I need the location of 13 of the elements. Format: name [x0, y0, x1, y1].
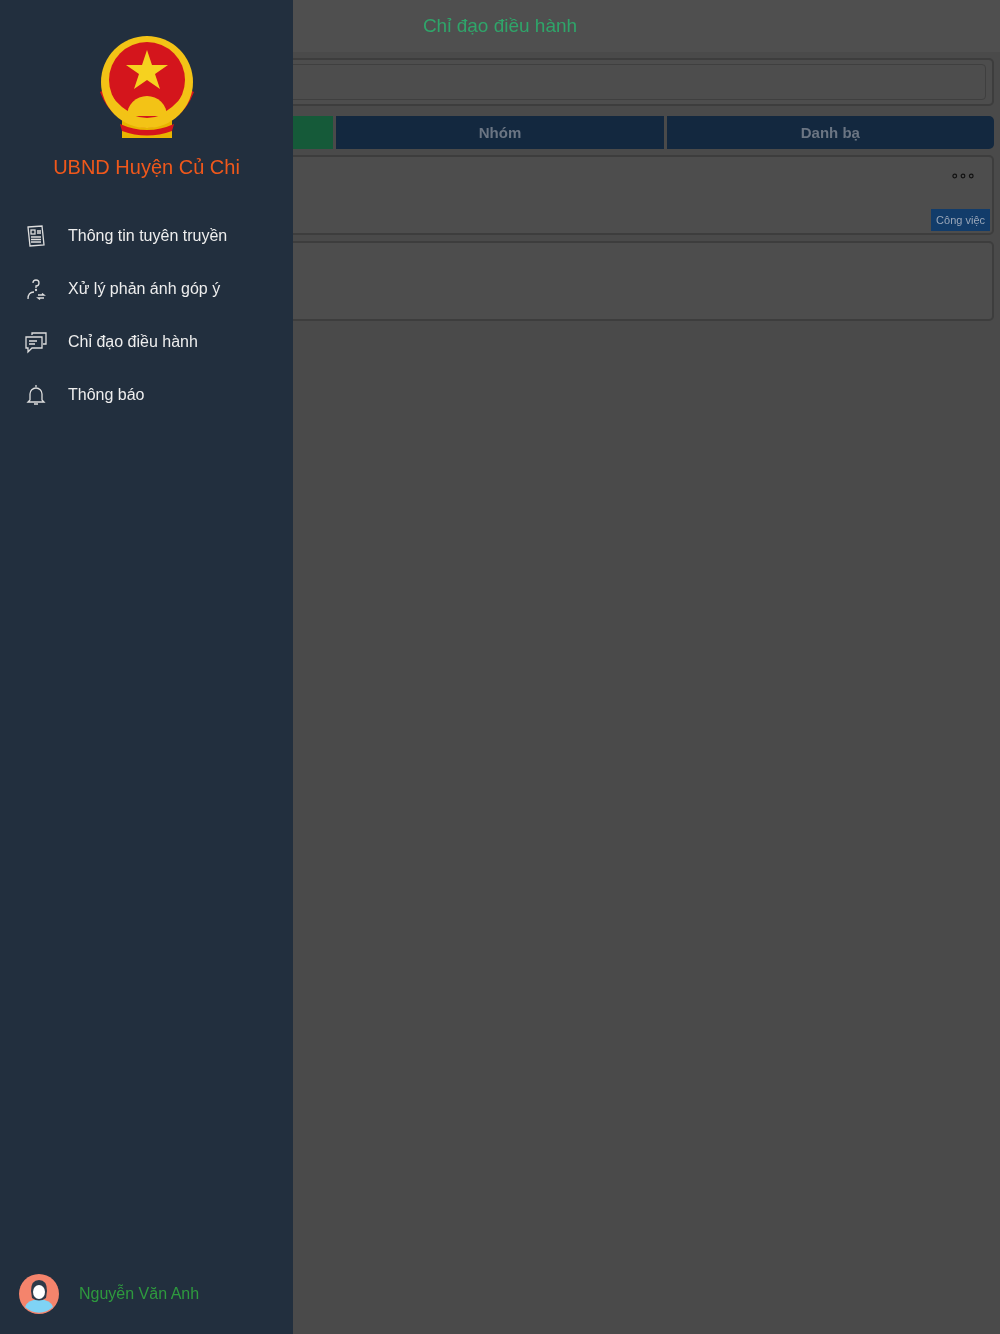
category-tag: Công việc: [931, 209, 990, 231]
menu-item[interactable]: Chỉ đạo điều hành: [0, 315, 293, 368]
user-name[interactable]: Nguyễn Văn Anh: [79, 1285, 200, 1303]
organization-name: UBND Huyện Củ Chi: [52, 156, 241, 179]
bell-icon: [24, 382, 48, 407]
menu-item[interactable]: Thông báo: [0, 368, 293, 421]
avatar-icon: [19, 1274, 59, 1314]
page-title: Chỉ đạo điều hành: [422, 15, 578, 37]
document-icon: [24, 223, 48, 248]
chat-icon: [24, 329, 48, 354]
more-icon[interactable]: [952, 173, 974, 179]
person-question-icon: [24, 276, 48, 301]
menu-item[interactable]: Xử lý phản ánh góp ý: [0, 262, 293, 315]
